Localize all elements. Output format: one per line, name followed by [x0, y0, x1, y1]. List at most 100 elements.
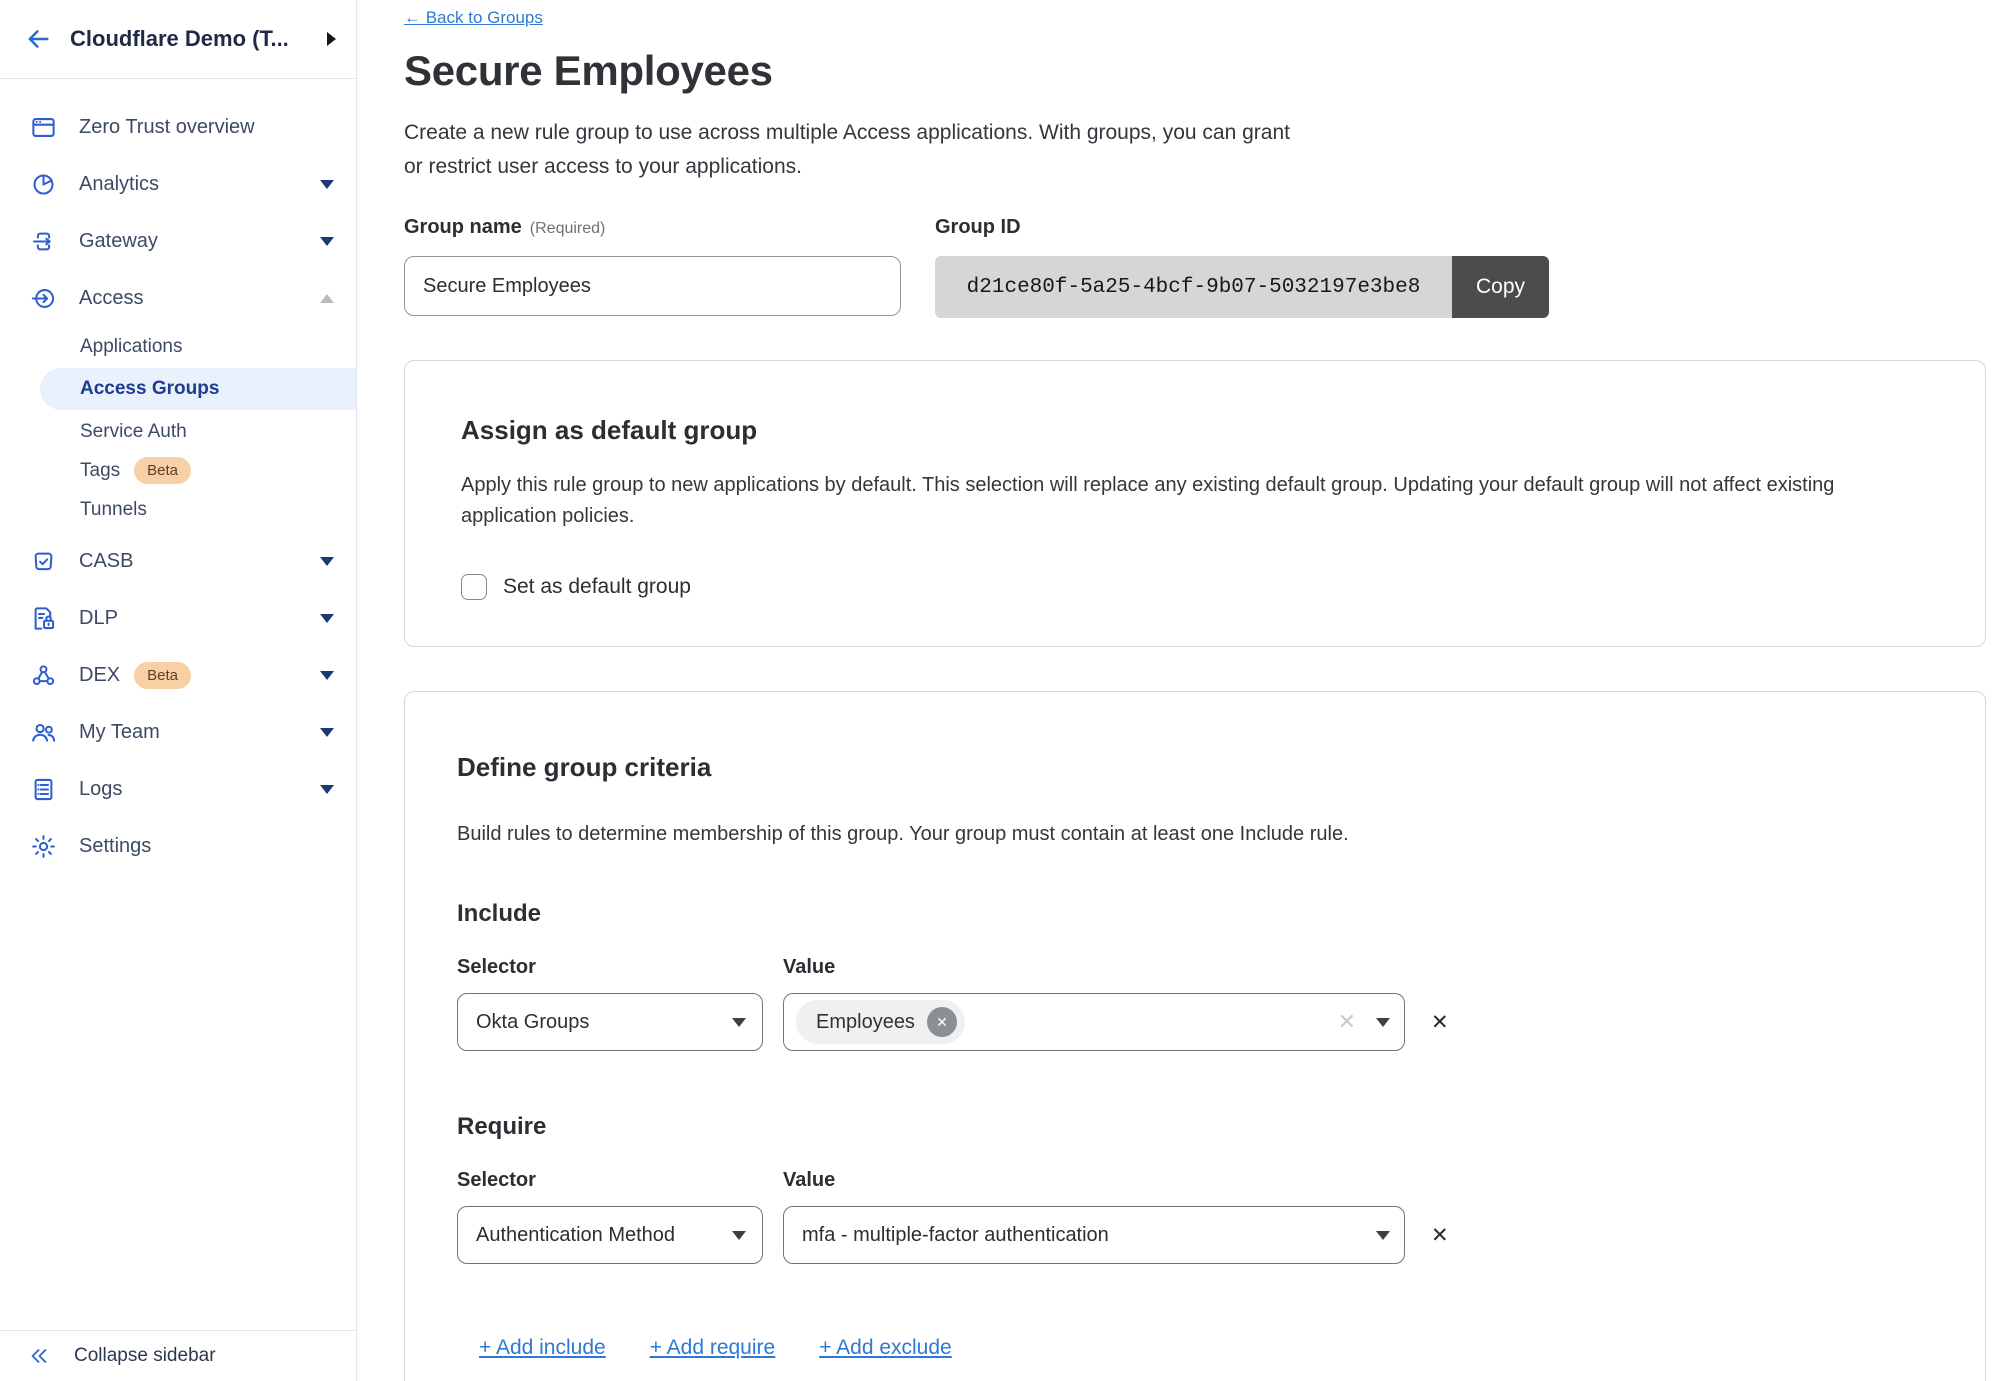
beta-badge: Beta — [134, 457, 191, 484]
pie-chart-icon — [30, 171, 57, 198]
assign-default-group-title: Assign as default group — [461, 415, 1929, 446]
sidebar-subitem-tunnels[interactable]: Tunnels — [0, 490, 356, 529]
sidebar-subitem-service-auth[interactable]: Service Auth — [0, 412, 356, 451]
back-arrow-icon[interactable] — [24, 25, 52, 53]
include-selector-dropdown[interactable]: Okta Groups — [457, 993, 763, 1051]
assign-default-group-card: Assign as default group Apply this rule … — [404, 360, 1986, 647]
sidebar-item-label: Zero Trust overview — [79, 116, 255, 139]
group-id-value: d21ce80f-5a25-4bcf-9b07-5032197e3be8 — [935, 256, 1452, 318]
log-list-icon — [30, 776, 57, 803]
collapse-sidebar-button[interactable]: Collapse sidebar — [0, 1330, 356, 1381]
value-column-label: Value — [783, 1169, 835, 1192]
account-expand-caret-icon[interactable] — [327, 32, 336, 46]
set-default-group-row: Set as default group — [461, 574, 1929, 600]
page-description-line1: Create a new rule group to use across mu… — [404, 116, 1985, 150]
value-tag-label: Employees — [816, 1011, 915, 1034]
sidebar: Cloudflare Demo (T... Zero Trust overvie… — [0, 0, 357, 1381]
access-subnav: Applications Access Groups Service Auth … — [0, 327, 356, 533]
collapse-sidebar-label: Collapse sidebar — [74, 1345, 216, 1367]
define-group-criteria-title: Define group criteria — [457, 752, 1929, 783]
selector-column-label: Selector — [457, 956, 783, 979]
remove-require-rule-button[interactable]: ✕ — [1431, 1223, 1449, 1248]
sidebar-item-casb[interactable]: CASB — [0, 533, 356, 590]
group-name-input[interactable] — [404, 256, 901, 316]
sidebar-item-label: DEX — [79, 664, 120, 687]
sidebar-item-logs[interactable]: Logs — [0, 761, 356, 818]
require-selector-dropdown[interactable]: Authentication Method — [457, 1206, 763, 1264]
remove-include-rule-button[interactable]: ✕ — [1431, 1010, 1449, 1035]
include-value-multiselect[interactable]: Employees ✕ ✕ — [783, 993, 1405, 1051]
beta-badge: Beta — [134, 662, 191, 689]
sidebar-subitem-label: Tags — [80, 460, 120, 482]
double-chevron-left-icon — [28, 1345, 50, 1367]
set-default-group-checkbox[interactable] — [461, 574, 487, 600]
chevron-down-icon — [320, 614, 334, 623]
group-id-label: Group ID — [935, 216, 1021, 239]
sidebar-item-label: Gateway — [79, 230, 158, 253]
sidebar-item-dlp[interactable]: DLP — [0, 590, 356, 647]
sidebar-item-label: DLP — [79, 607, 118, 630]
add-require-link[interactable]: + Add require — [650, 1336, 776, 1360]
sidebar-item-analytics[interactable]: Analytics — [0, 156, 356, 213]
sidebar-subitem-applications[interactable]: Applications — [0, 327, 356, 366]
include-rule-section: Include Selector Value Okta Groups Emplo… — [457, 900, 1929, 1051]
chevron-down-icon — [732, 1231, 746, 1240]
group-id-field-block: Group ID d21ce80f-5a25-4bcf-9b07-5032197… — [935, 216, 1549, 318]
include-selector-value: Okta Groups — [476, 1011, 732, 1034]
back-to-groups-link[interactable]: ← Back to Groups — [404, 8, 543, 28]
sidebar-subitem-label: Applications — [80, 336, 182, 358]
add-include-link[interactable]: + Add include — [479, 1336, 606, 1360]
app-window: Cloudflare Demo (T... Zero Trust overvie… — [0, 0, 1999, 1381]
sidebar-item-dex[interactable]: DEX Beta — [0, 647, 356, 704]
chevron-down-icon — [320, 237, 334, 246]
sidebar-item-label: My Team — [79, 721, 160, 744]
sidebar-item-gateway[interactable]: Gateway — [0, 213, 356, 270]
require-value-text: mfa - multiple-factor authentication — [802, 1224, 1376, 1247]
require-rule-section: Require Selector Value Authentication Me… — [457, 1113, 1929, 1264]
sidebar-subitem-label: Access Groups — [80, 378, 219, 400]
copy-button[interactable]: Copy — [1452, 256, 1549, 318]
sidebar-item-access[interactable]: Access — [0, 270, 356, 327]
add-rule-links: + Add include + Add require + Add exclud… — [457, 1336, 1929, 1360]
window-icon — [30, 114, 57, 141]
add-exclude-link[interactable]: + Add exclude — [819, 1336, 952, 1360]
define-group-criteria-card: Define group criteria Build rules to det… — [404, 691, 1986, 1381]
sidebar-header: Cloudflare Demo (T... — [0, 0, 356, 79]
chevron-down-icon — [320, 728, 334, 737]
gateway-icon — [30, 228, 57, 255]
gear-icon — [30, 833, 57, 860]
clear-values-icon[interactable]: ✕ — [1338, 1009, 1356, 1035]
page-description-line2: or restrict user access to your applicat… — [404, 150, 1985, 184]
require-value-dropdown[interactable]: mfa - multiple-factor authentication — [783, 1206, 1405, 1264]
required-hint: (Required) — [530, 220, 606, 238]
sidebar-item-my-team[interactable]: My Team — [0, 704, 356, 761]
sidebar-subitem-label: Service Auth — [80, 421, 187, 443]
require-selector-value: Authentication Method — [476, 1224, 732, 1247]
value-column-label: Value — [783, 956, 835, 979]
value-tag: Employees ✕ — [796, 1000, 965, 1044]
sidebar-item-label: Analytics — [79, 173, 159, 196]
page-description: Create a new rule group to use across mu… — [404, 116, 1985, 184]
people-icon — [30, 719, 57, 746]
sidebar-subitem-tags[interactable]: Tags Beta — [0, 451, 356, 490]
chevron-down-icon — [320, 671, 334, 680]
sidebar-subitem-label: Tunnels — [80, 499, 147, 521]
main-content: ← Back to Groups Secure Employees Create… — [357, 0, 1999, 1381]
sidebar-subitem-access-groups[interactable]: Access Groups — [40, 368, 356, 410]
tag-remove-icon[interactable]: ✕ — [927, 1007, 957, 1037]
sidebar-item-zero-trust-overview[interactable]: Zero Trust overview — [0, 99, 356, 156]
access-login-icon — [30, 285, 57, 312]
chevron-down-icon — [320, 180, 334, 189]
chevron-down-icon — [320, 785, 334, 794]
chevron-down-icon — [1376, 1018, 1390, 1027]
sidebar-nav: Zero Trust overview Analytics Gateway — [0, 79, 356, 875]
require-title: Require — [457, 1113, 1929, 1141]
sidebar-item-settings[interactable]: Settings — [0, 818, 356, 875]
account-title: Cloudflare Demo (T... — [70, 26, 289, 52]
include-title: Include — [457, 900, 1929, 928]
chevron-down-icon — [732, 1018, 746, 1027]
chevron-up-icon — [320, 294, 334, 303]
define-group-criteria-description: Build rules to determine membership of t… — [457, 819, 1929, 850]
assign-default-group-description: Apply this rule group to new application… — [461, 470, 1929, 532]
set-default-group-label: Set as default group — [503, 575, 691, 599]
